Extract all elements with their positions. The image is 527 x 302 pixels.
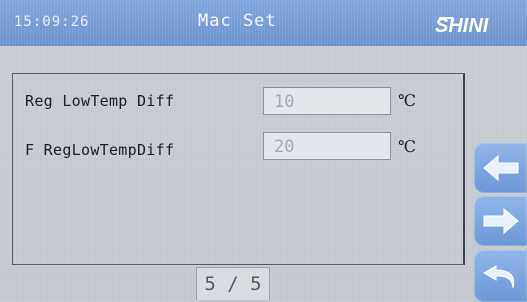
next-page-button[interactable] (474, 196, 527, 246)
back-button[interactable] (474, 250, 527, 302)
f-reglowtempdiff-input[interactable]: 20 (263, 132, 391, 160)
page-indicator: 5 / 5 (196, 267, 270, 300)
unit-celsius: ℃ (398, 91, 416, 110)
unit-celsius: ℃ (398, 137, 416, 156)
setting-label-reg-lowtemp-diff: Reg LowTemp Diff (25, 92, 175, 110)
arrow-right-icon (483, 207, 519, 235)
arrow-left-icon (483, 154, 519, 182)
reg-lowtemp-diff-input[interactable]: 10 (263, 87, 391, 115)
return-icon (483, 265, 515, 289)
shini-logo: SHINI (435, 15, 489, 36)
clock-display: 15:09:26 (14, 14, 90, 30)
header-bar: 15:09:26 Mac Set SHINI (0, 0, 527, 46)
setting-label-f-reglowtempdiff: F RegLowTempDiff (25, 141, 175, 159)
page-title: Mac Set (198, 11, 277, 31)
hmi-screen: 15:09:26 Mac Set SHINI Reg LowTemp Diff … (0, 0, 527, 302)
prev-page-button[interactable] (474, 143, 527, 193)
